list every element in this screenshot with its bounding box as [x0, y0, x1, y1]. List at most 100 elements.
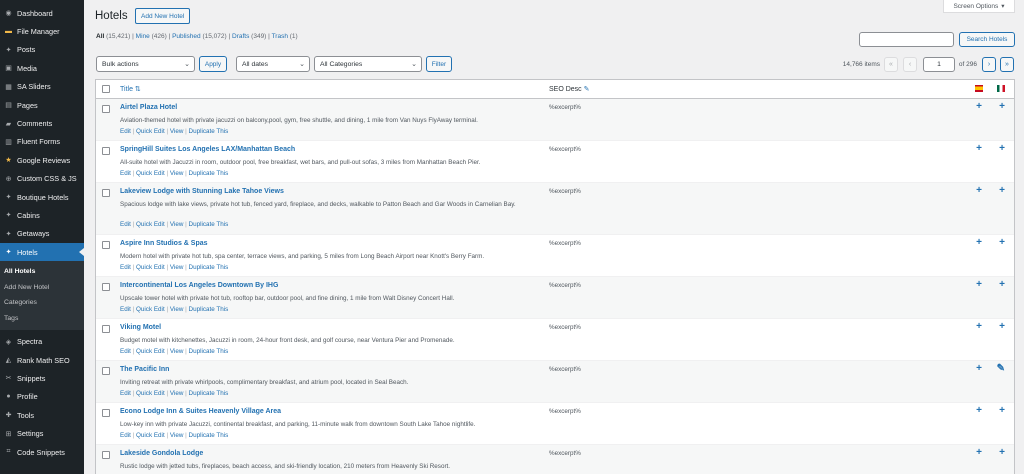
- quick-edit-link[interactable]: Quick Edit: [136, 348, 165, 355]
- quick-edit-link[interactable]: Quick Edit: [136, 390, 165, 397]
- pencil-icon[interactable]: ✎: [584, 86, 590, 93]
- row-checkbox[interactable]: [102, 147, 110, 155]
- view-link[interactable]: View: [170, 128, 184, 135]
- edit-link[interactable]: Edit: [120, 128, 131, 135]
- quick-edit-link[interactable]: Quick Edit: [136, 432, 165, 439]
- submenu-tags[interactable]: Tags: [0, 311, 84, 327]
- add-mexican-translation-icon[interactable]: +: [999, 448, 1005, 458]
- duplicate-link[interactable]: Duplicate This: [189, 348, 229, 355]
- edit-link[interactable]: Edit: [120, 221, 131, 228]
- filter-button[interactable]: Filter: [426, 56, 452, 72]
- add-spanish-translation-icon[interactable]: +: [976, 102, 982, 112]
- quick-edit-link[interactable]: Quick Edit: [136, 221, 165, 228]
- edit-link[interactable]: Edit: [120, 390, 131, 397]
- sidebar-item-getaways[interactable]: ✦ Getaways: [0, 225, 84, 243]
- sidebar-item-media[interactable]: ▣ Media: [0, 59, 84, 77]
- sidebar-item-hotels[interactable]: ✦ Hotels: [0, 243, 84, 262]
- search-hotels-button[interactable]: Search Hotels: [959, 32, 1015, 47]
- sidebar-item-posts[interactable]: ✦ Posts: [0, 41, 84, 59]
- screen-options-button[interactable]: Screen Options ▾: [943, 0, 1015, 13]
- sidebar-item-comments[interactable]: ▰ Comments: [0, 114, 84, 132]
- next-page-button[interactable]: ›: [982, 57, 996, 72]
- view-link[interactable]: View: [170, 264, 184, 271]
- add-new-hotel-button[interactable]: Add New Hotel: [135, 8, 191, 24]
- submenu-categories[interactable]: Categories: [0, 295, 84, 311]
- row-title-link[interactable]: Lakeview Lodge with Stunning Lake Tahoe …: [120, 188, 284, 195]
- view-link[interactable]: View: [170, 348, 184, 355]
- edit-link[interactable]: Edit: [120, 432, 131, 439]
- row-checkbox[interactable]: [102, 283, 110, 291]
- add-spanish-translation-icon[interactable]: +: [976, 364, 982, 374]
- submenu-all-hotels[interactable]: All Hotels: [0, 264, 84, 280]
- sidebar-item-tools[interactable]: ✚ Tools: [0, 406, 84, 424]
- row-title-link[interactable]: Econo Lodge Inn & Suites Heavenly Villag…: [120, 408, 281, 415]
- sidebar-item-code-snippets[interactable]: ⌗ Code Snippets: [0, 443, 84, 461]
- sidebar-item-pages[interactable]: ▤ Pages: [0, 96, 84, 114]
- sidebar-item-custom-css-js[interactable]: ⊕ Custom CSS & JS: [0, 170, 84, 188]
- row-checkbox[interactable]: [102, 367, 110, 375]
- filter-drafts[interactable]: Drafts: [232, 33, 249, 40]
- row-checkbox[interactable]: [102, 189, 110, 197]
- row-checkbox[interactable]: [102, 241, 110, 249]
- prev-page-button[interactable]: ‹: [903, 57, 917, 72]
- sidebar-item-file-manager[interactable]: ▬ File Manager: [0, 22, 84, 40]
- row-title-link[interactable]: Lakeside Gondola Lodge: [120, 450, 203, 457]
- edit-link[interactable]: Edit: [120, 264, 131, 271]
- add-spanish-translation-icon[interactable]: +: [976, 448, 982, 458]
- add-mexican-translation-icon[interactable]: +: [999, 144, 1005, 154]
- submenu-add-new-hotel[interactable]: Add New Hotel: [0, 280, 84, 296]
- quick-edit-link[interactable]: Quick Edit: [136, 128, 165, 135]
- sidebar-item-cabins[interactable]: ✦ Cabins: [0, 206, 84, 224]
- add-spanish-translation-icon[interactable]: +: [976, 280, 982, 290]
- row-checkbox[interactable]: [102, 409, 110, 417]
- first-page-button[interactable]: «: [884, 57, 898, 72]
- view-link[interactable]: View: [170, 390, 184, 397]
- filter-all[interactable]: All: [96, 33, 104, 40]
- select-all-checkbox[interactable]: [102, 85, 110, 93]
- sidebar-item-rank-math-seo[interactable]: ◭ Rank Math SEO: [0, 351, 84, 369]
- sidebar-item-fluent-forms[interactable]: ▥ Fluent Forms: [0, 133, 84, 151]
- row-checkbox[interactable]: [102, 105, 110, 113]
- view-link[interactable]: View: [170, 170, 184, 177]
- dates-select[interactable]: All dates ⌄: [236, 56, 310, 72]
- row-title-link[interactable]: SpringHill Suites Los Angeles LAX/Manhat…: [120, 146, 295, 153]
- add-mexican-translation-icon[interactable]: +: [999, 102, 1005, 112]
- sidebar-item-dashboard[interactable]: ◉ Dashboard: [0, 4, 84, 22]
- quick-edit-link[interactable]: Quick Edit: [136, 264, 165, 271]
- duplicate-link[interactable]: Duplicate This: [189, 128, 229, 135]
- sidebar-item-boutique-hotels[interactable]: ✦ Boutique Hotels: [0, 188, 84, 206]
- sidebar-item-sa-sliders[interactable]: ▦ SA Sliders: [0, 78, 84, 96]
- filter-mine[interactable]: Mine: [136, 33, 150, 40]
- row-title-link[interactable]: Aspire Inn Studios & Spas: [120, 240, 208, 247]
- sidebar-item-google-reviews[interactable]: ★ Google Reviews: [0, 151, 84, 169]
- add-spanish-translation-icon[interactable]: +: [976, 186, 982, 196]
- row-title-link[interactable]: Intercontinental Los Angeles Downtown By…: [120, 282, 278, 289]
- row-title-link[interactable]: Airtel Plaza Hotel: [120, 104, 177, 111]
- row-checkbox[interactable]: [102, 325, 110, 333]
- last-page-button[interactable]: »: [1000, 57, 1014, 72]
- add-mexican-translation-icon[interactable]: +: [999, 186, 1005, 196]
- column-title-header[interactable]: Title ⇅: [120, 85, 141, 93]
- add-spanish-translation-icon[interactable]: +: [976, 238, 982, 248]
- filter-trash[interactable]: Trash: [272, 33, 288, 40]
- view-link[interactable]: View: [170, 432, 184, 439]
- categories-select[interactable]: All Categories ⌄: [314, 56, 422, 72]
- edit-link[interactable]: Edit: [120, 170, 131, 177]
- add-spanish-translation-icon[interactable]: +: [976, 322, 982, 332]
- add-spanish-translation-icon[interactable]: +: [976, 406, 982, 416]
- duplicate-link[interactable]: Duplicate This: [189, 221, 229, 228]
- edit-translation-icon[interactable]: ✎: [997, 364, 1005, 374]
- edit-link[interactable]: Edit: [120, 348, 131, 355]
- duplicate-link[interactable]: Duplicate This: [189, 170, 229, 177]
- view-link[interactable]: View: [170, 221, 184, 228]
- row-title-link[interactable]: Viking Motel: [120, 324, 161, 331]
- add-spanish-translation-icon[interactable]: +: [976, 144, 982, 154]
- apply-button[interactable]: Apply: [199, 56, 227, 72]
- add-mexican-translation-icon[interactable]: +: [999, 406, 1005, 416]
- add-mexican-translation-icon[interactable]: +: [999, 322, 1005, 332]
- sidebar-item-profile[interactable]: ● Profile: [0, 388, 84, 406]
- add-mexican-translation-icon[interactable]: +: [999, 280, 1005, 290]
- edit-link[interactable]: Edit: [120, 306, 131, 313]
- duplicate-link[interactable]: Duplicate This: [189, 306, 229, 313]
- add-mexican-translation-icon[interactable]: +: [999, 238, 1005, 248]
